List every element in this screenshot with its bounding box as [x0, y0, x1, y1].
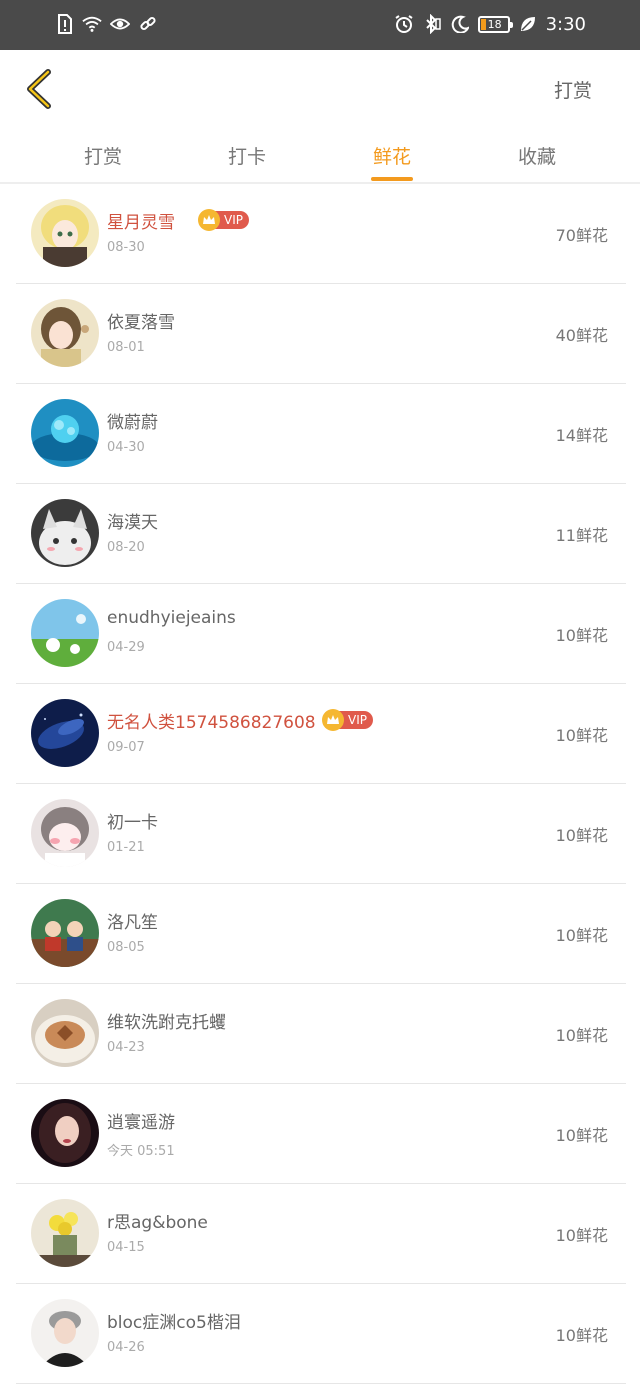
tab-bar: 打赏 打卡 鲜花 收藏: [0, 128, 640, 184]
avatar[interactable]: [31, 599, 99, 667]
vip-badge: VIP: [322, 709, 373, 731]
flower-count: 10鲜花: [555, 1126, 608, 1145]
status-time: 3:30: [545, 13, 586, 35]
tab-favorites[interactable]: 收藏: [487, 142, 587, 169]
flower-count: 10鲜花: [555, 1326, 608, 1345]
user-name: bloc症渊co5楷泪: [107, 1313, 241, 1333]
user-name: 海漠天: [107, 513, 158, 533]
status-right-icons: 18 3:30: [394, 13, 586, 35]
user-name: 微蔚蔚: [107, 413, 158, 433]
avatar[interactable]: [31, 1199, 99, 1267]
list-item[interactable]: 星月灵雪 VIP 08-30 70鲜花: [16, 184, 626, 284]
avatar[interactable]: [31, 199, 99, 267]
date: 08-20: [107, 540, 145, 555]
flower-count: 40鲜花: [555, 326, 608, 345]
user-name: 依夏落雪: [107, 313, 175, 333]
list-item[interactable]: 维软洗跗克托蠼 04-23 10鲜花: [16, 984, 626, 1084]
avatar[interactable]: [31, 499, 99, 567]
date: 08-01: [107, 340, 145, 355]
wifi-icon: [82, 13, 102, 35]
user-name: enudhyiejeains: [107, 608, 236, 628]
tab-flowers[interactable]: 鲜花: [342, 142, 442, 169]
date: 今天 05:51: [107, 1144, 175, 1159]
flower-count: 10鲜花: [555, 826, 608, 845]
leaf-icon: [518, 13, 538, 35]
list-item[interactable]: 洛凡笙 08-05 10鲜花: [16, 884, 626, 984]
bluetooth-icon: [422, 13, 442, 35]
user-name: 初一卡: [107, 813, 158, 833]
date: 04-30: [107, 440, 145, 455]
flower-count: 14鲜花: [555, 426, 608, 445]
flower-ranking-list: 星月灵雪 VIP 08-30 70鲜花 依夏落雪 08-01 40鲜花 微蔚蔚 …: [16, 184, 626, 1384]
alarm-icon: [394, 13, 414, 35]
flower-count: 10鲜花: [555, 926, 608, 945]
list-item[interactable]: 初一卡 01-21 10鲜花: [16, 784, 626, 884]
list-item[interactable]: 微蔚蔚 04-30 14鲜花: [16, 384, 626, 484]
date: 08-30: [107, 240, 145, 255]
eye-icon: [110, 13, 130, 35]
avatar[interactable]: [31, 699, 99, 767]
active-tab-indicator: [371, 177, 413, 181]
user-name: 洛凡笙: [107, 913, 158, 933]
link-icon: [138, 13, 158, 35]
flower-count: 11鲜花: [555, 526, 608, 545]
list-item[interactable]: enudhyiejeains 04-29 10鲜花: [16, 584, 626, 684]
crown-icon: [198, 209, 220, 231]
date: 09-07: [107, 740, 145, 755]
user-name: 星月灵雪: [107, 213, 175, 233]
vip-badge: VIP: [198, 209, 249, 231]
header: 打赏: [0, 50, 640, 128]
user-name: 逍寰遥游: [107, 1113, 175, 1133]
status-bar: 18 3:30: [0, 0, 640, 50]
avatar[interactable]: [31, 999, 99, 1067]
flower-count: 10鲜花: [555, 726, 608, 745]
alert-icon: [54, 13, 74, 35]
list-item[interactable]: 逍寰遥游 今天 05:51 10鲜花: [16, 1084, 626, 1184]
battery-icon: 18: [477, 15, 513, 33]
flower-count: 10鲜花: [555, 1026, 608, 1045]
flower-count: 10鲜花: [555, 626, 608, 645]
chevron-left-icon: [27, 69, 51, 109]
battery-level: 18: [487, 17, 502, 31]
list-item[interactable]: 无名人类1574586827608 VIP 09-07 10鲜花: [16, 684, 626, 784]
date: 08-05: [107, 940, 145, 955]
avatar[interactable]: [31, 299, 99, 367]
moon-icon: [450, 13, 470, 35]
date: 04-23: [107, 1040, 145, 1055]
user-name: 维软洗跗克托蠼: [107, 1013, 226, 1033]
user-name: r思ag&bone: [107, 1213, 208, 1233]
tab-reward[interactable]: 打赏: [53, 142, 153, 169]
flower-count: 10鲜花: [555, 1226, 608, 1245]
avatar[interactable]: [31, 899, 99, 967]
avatar[interactable]: [31, 1099, 99, 1167]
date: 04-15: [107, 1240, 145, 1255]
avatar[interactable]: [31, 1299, 99, 1367]
tab-checkin[interactable]: 打卡: [197, 142, 297, 169]
avatar[interactable]: [31, 799, 99, 867]
user-name: 无名人类1574586827608: [107, 713, 316, 733]
crown-icon: [322, 709, 344, 731]
list-item[interactable]: r思ag&bone 04-15 10鲜花: [16, 1184, 626, 1284]
date: 04-26: [107, 1340, 145, 1355]
date: 01-21: [107, 840, 145, 855]
reward-action-button[interactable]: 打赏: [554, 76, 592, 103]
list-item[interactable]: bloc症渊co5楷泪 04-26 10鲜花: [16, 1284, 626, 1384]
status-left-icons: [54, 13, 158, 35]
flower-count: 70鲜花: [555, 226, 608, 245]
avatar[interactable]: [31, 399, 99, 467]
date: 04-29: [107, 640, 145, 655]
list-item[interactable]: 海漠天 08-20 11鲜花: [16, 484, 626, 584]
back-button[interactable]: [22, 68, 58, 110]
list-item[interactable]: 依夏落雪 08-01 40鲜花: [16, 284, 626, 384]
